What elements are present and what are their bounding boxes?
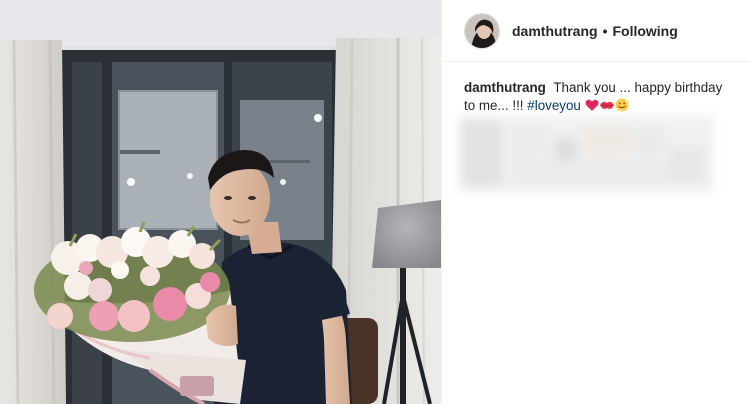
post-sidebar: damthutrang • Following damthutrang Than…	[441, 0, 750, 404]
post-photo[interactable]	[0, 0, 441, 404]
caption-username-link[interactable]: damthutrang	[464, 80, 546, 95]
avatar[interactable]	[464, 12, 500, 49]
hashtag-link[interactable]: #loveyou	[527, 98, 581, 113]
kiss-emoji-icon	[599, 99, 615, 117]
smile-emoji-icon	[615, 98, 629, 117]
photo-scene	[0, 0, 441, 404]
post-header: damthutrang • Following	[442, 0, 750, 62]
post-caption: damthutrang Thank you ... happy birthday…	[442, 62, 750, 117]
header-separator: •	[602, 22, 608, 39]
avatar-image	[465, 13, 499, 48]
following-button[interactable]: Following	[612, 23, 677, 39]
heart-emoji-icon	[585, 99, 599, 117]
header-username-link[interactable]: damthutrang	[512, 23, 598, 39]
blurred-comment	[458, 116, 714, 192]
